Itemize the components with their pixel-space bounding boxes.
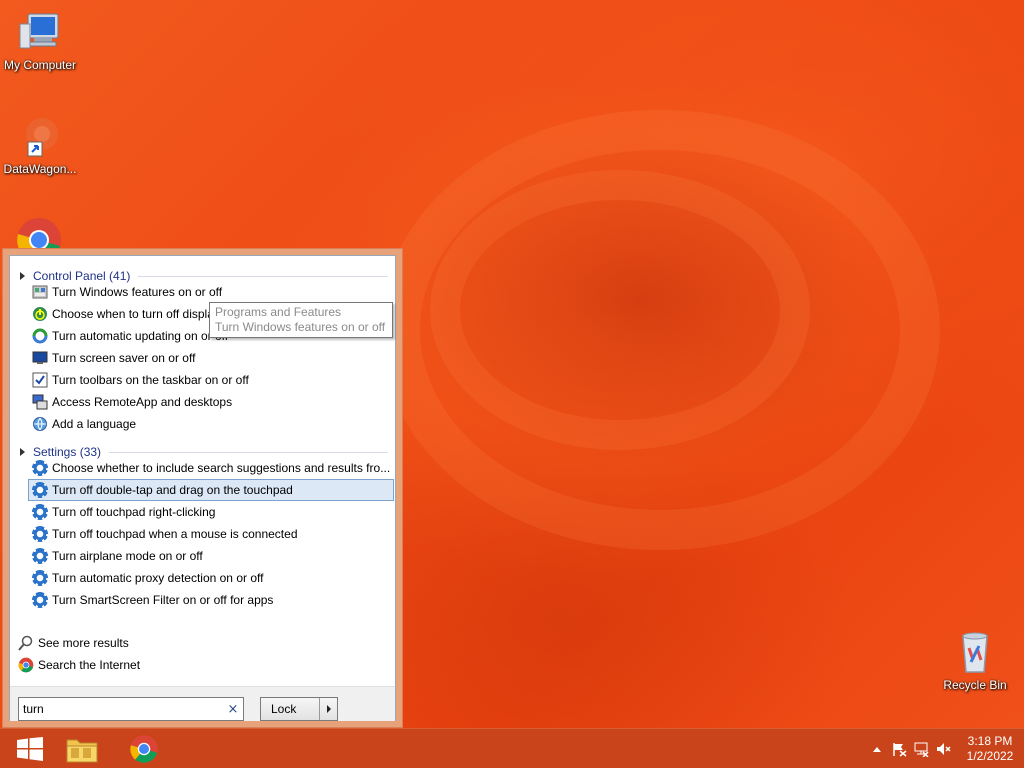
gear-icon [32, 482, 48, 498]
action-center-flag-icon[interactable] [888, 729, 910, 768]
result-label: Turn off touchpad when a mouse is connec… [52, 527, 298, 541]
result-item-touchpad-mouse[interactable]: Turn off touchpad when a mouse is connec… [28, 523, 394, 545]
result-label: Turn SmartScreen Filter on or off for ap… [52, 593, 274, 607]
result-item-add-language[interactable]: Add a language [28, 413, 394, 435]
clock-date: 1/2/2022 [966, 749, 1014, 763]
lock-button[interactable]: Lock [261, 698, 319, 720]
result-label: Turn off touchpad right-clicking [52, 505, 216, 519]
search-input[interactable] [19, 699, 223, 719]
taskbar-clock[interactable]: 3:18 PM 1/2/2022 [960, 734, 1020, 764]
desktop-icon-label: Recycle Bin [943, 678, 1007, 692]
desktop-icon-label: My Computer [3, 58, 77, 72]
tooltip-title: Programs and Features [215, 305, 342, 319]
result-label: Choose whether to include search suggest… [52, 461, 391, 475]
screen-saver-icon [32, 350, 48, 366]
desktop-icon-label: DataWagon... [3, 162, 77, 176]
start-button[interactable] [0, 729, 60, 768]
result-label: Turn automatic proxy detection on or off [52, 571, 264, 585]
datawagon-icon [16, 112, 64, 160]
gear-icon [32, 460, 48, 476]
tooltip-description: Turn Windows features on or off [215, 320, 386, 334]
expand-triangle-icon [20, 272, 25, 280]
result-item-search-suggestions[interactable]: Choose whether to include search suggest… [28, 457, 394, 479]
result-item-double-tap-drag[interactable]: Turn off double-tap and drag on the touc… [28, 479, 394, 501]
chrome-taskbar-button[interactable] [114, 729, 174, 768]
result-item-proxy-detection[interactable]: Turn automatic proxy detection on or off [28, 567, 394, 589]
search-internet-link[interactable]: Search the Internet [18, 655, 140, 675]
folder-icon [66, 739, 98, 763]
clock-time: 3:18 PM [967, 734, 1013, 748]
power-options-icon [32, 306, 48, 322]
result-item-remoteapp[interactable]: Access RemoteApp and desktops [28, 391, 394, 413]
result-item-smartscreen[interactable]: Turn SmartScreen Filter on or off for ap… [28, 589, 394, 611]
chrome-desktop-icon[interactable] [15, 216, 63, 252]
tooltip: Programs and Features Turn Windows featu… [209, 302, 393, 338]
show-hidden-icons-chevron-icon[interactable] [866, 729, 888, 768]
volume-muted-icon[interactable] [932, 729, 954, 768]
result-item-windows-features[interactable]: Turn Windows features on or off [28, 281, 394, 303]
gear-icon [32, 526, 48, 542]
result-item-touchpad-right-click[interactable]: Turn off touchpad right-clicking [28, 501, 394, 523]
clear-search-icon[interactable]: × [223, 702, 243, 717]
power-options-arrow-icon[interactable] [319, 698, 337, 720]
taskbar-icon [32, 372, 48, 388]
remoteapp-icon [32, 394, 48, 410]
result-label: Choose when to turn off display [52, 307, 220, 321]
recycle-bin-icon [951, 628, 999, 676]
wallpaper-swirl-inner [430, 170, 810, 450]
taskbar: 3:18 PM 1/2/2022 [0, 728, 1024, 768]
result-label: Turn airplane mode on or off [52, 549, 203, 563]
windows-logo-icon [17, 737, 43, 761]
result-item-taskbar-toolbars[interactable]: Turn toolbars on the taskbar on or off [28, 369, 394, 391]
chrome-icon [18, 657, 34, 673]
result-label: Turn screen saver on or off [52, 351, 196, 365]
expand-triangle-icon [20, 448, 25, 456]
system-tray: 3:18 PM 1/2/2022 [866, 729, 1024, 768]
language-icon [32, 416, 48, 432]
result-label: Add a language [52, 417, 137, 431]
desktop-icon-datawagon[interactable]: DataWagon... [0, 112, 80, 176]
desktop-icon-recycle-bin[interactable]: Recycle Bin [935, 628, 1015, 692]
group-divider [138, 275, 388, 277]
magnifier-icon [18, 635, 34, 651]
group-divider [109, 451, 388, 453]
windows-features-icon [32, 284, 48, 300]
see-more-results-link[interactable]: See more results [18, 633, 129, 653]
gear-icon [32, 504, 48, 520]
chrome-icon [130, 735, 158, 763]
result-label: Turn Windows features on or off [52, 285, 223, 299]
search-internet-label: Search the Internet [38, 658, 141, 672]
power-button-group: Lock [260, 697, 338, 721]
gear-icon [32, 570, 48, 586]
result-label: Access RemoteApp and desktops [52, 395, 233, 409]
gear-icon [32, 592, 48, 608]
computer-icon [16, 8, 64, 56]
result-label: Turn automatic updating on or off [52, 329, 229, 343]
desktop-icon-my-computer[interactable]: My Computer [0, 8, 80, 72]
network-icon[interactable] [910, 729, 932, 768]
windows-update-icon [32, 328, 48, 344]
result-label: Turn off double-tap and drag on the touc… [52, 483, 293, 497]
file-explorer-button[interactable] [52, 729, 112, 768]
result-item-screen-saver[interactable]: Turn screen saver on or off [28, 347, 394, 369]
see-more-label: See more results [38, 636, 129, 650]
search-box[interactable]: × [18, 697, 244, 721]
result-label: Turn toolbars on the taskbar on or off [52, 373, 249, 387]
gear-icon [32, 548, 48, 564]
result-item-airplane-mode[interactable]: Turn airplane mode on or off [28, 545, 394, 567]
